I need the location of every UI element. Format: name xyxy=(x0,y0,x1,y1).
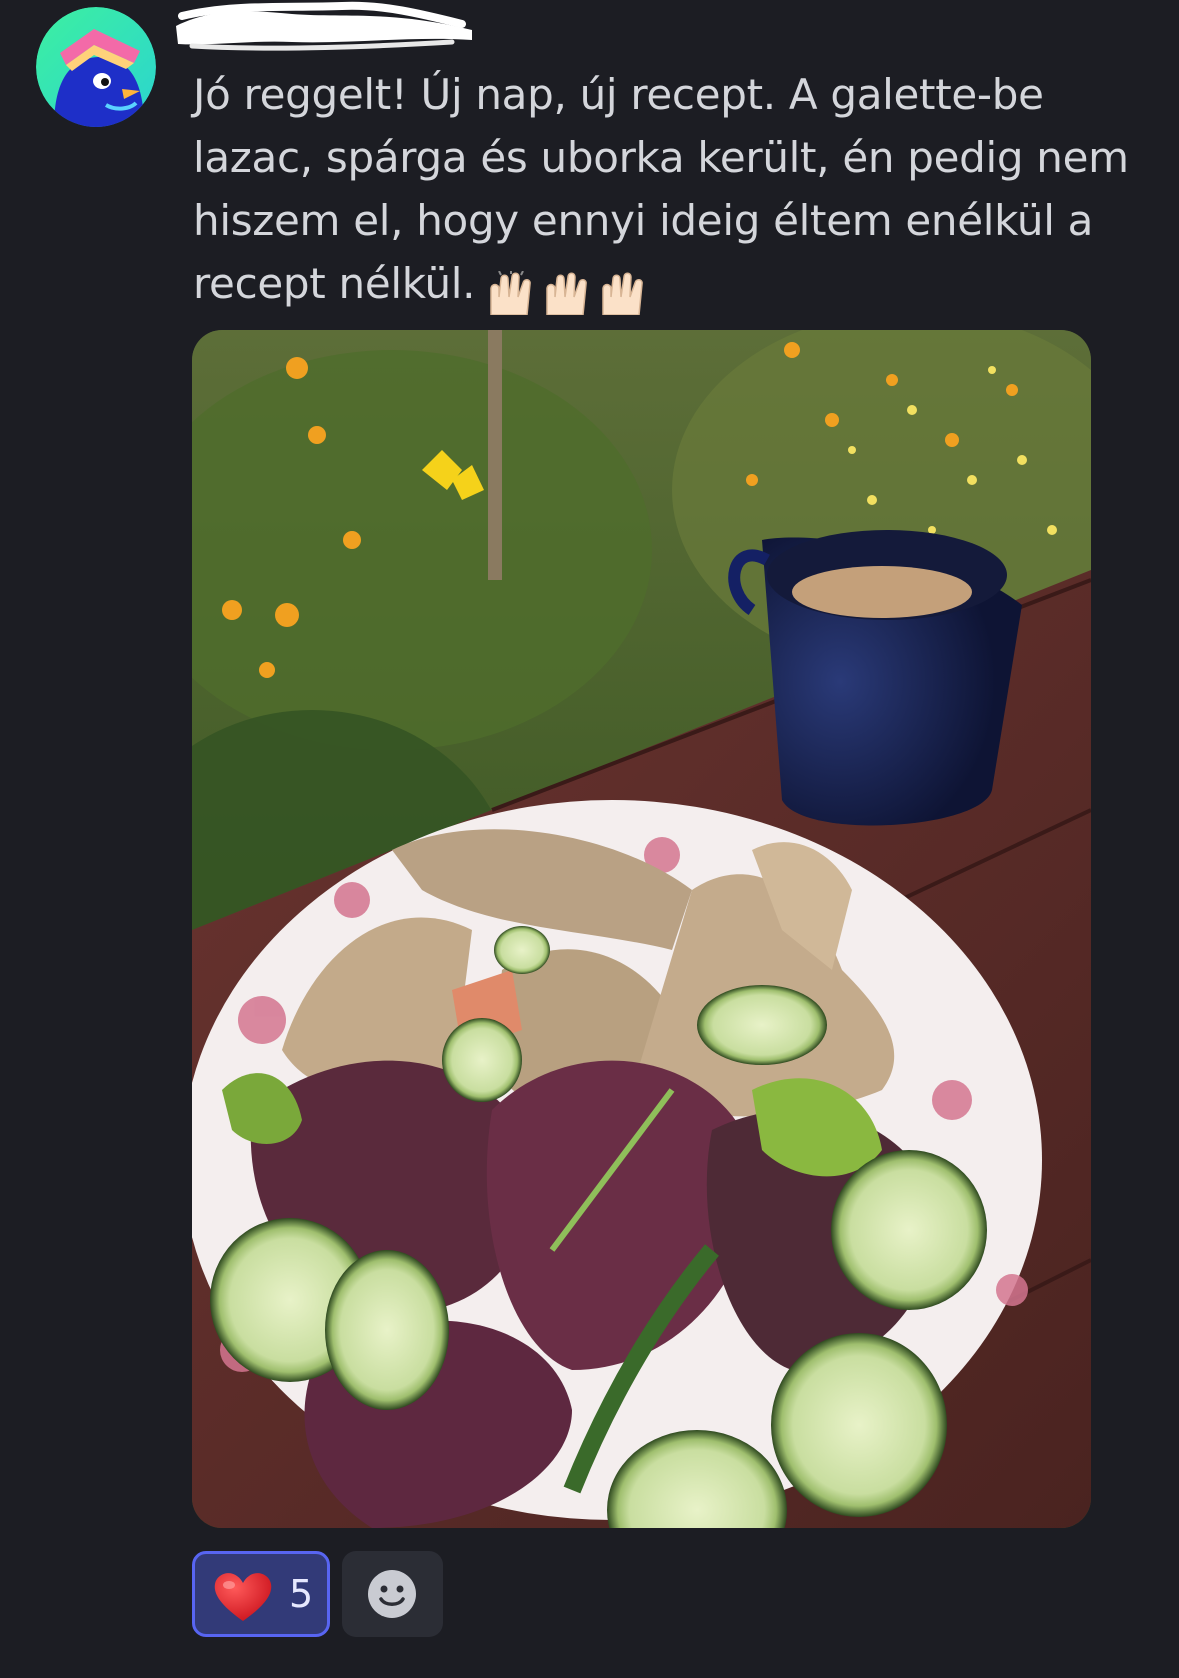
reaction-count: 5 xyxy=(289,1572,314,1616)
add-reaction-button[interactable] xyxy=(342,1551,443,1637)
message-body: Jó reggelt! Új nap, új recept. A galette… xyxy=(193,63,1143,321)
heart-emoji-icon xyxy=(214,1573,272,1621)
emoji-group xyxy=(485,258,653,321)
raising-hands-emoji xyxy=(602,272,643,315)
avatar-illustration xyxy=(36,7,156,127)
redaction-scribble xyxy=(176,1,472,51)
smiley-add-reaction-icon xyxy=(368,1570,416,1618)
chat-message: Jó reggelt! Új nap, új recept. A galette… xyxy=(0,0,1179,1678)
author-avatar[interactable] xyxy=(36,7,156,127)
author-name-redacted[interactable] xyxy=(172,0,482,52)
message-text: Jó reggelt! Új nap, új recept. A galette… xyxy=(193,70,1129,308)
raising-hands-emoji xyxy=(546,272,587,315)
reaction-heart[interactable]: 5 xyxy=(192,1551,330,1637)
food-photo xyxy=(192,330,1091,1528)
photo-attachment[interactable] xyxy=(192,330,1091,1528)
raising-hands-emoji xyxy=(490,270,531,315)
